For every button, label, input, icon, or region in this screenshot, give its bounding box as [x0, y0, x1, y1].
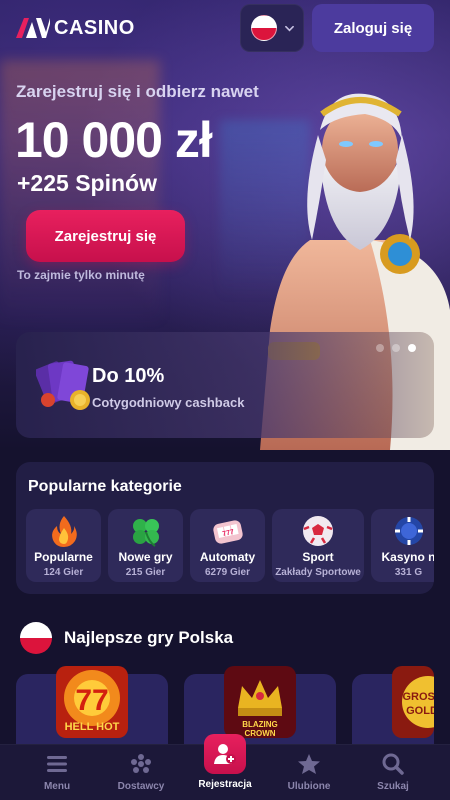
- game-thumbnail-hell-hot[interactable]: 77 HELL HOT: [56, 666, 128, 738]
- blazing-crown-thumbnail-art: BLAZING CROWN: [224, 666, 296, 738]
- star-icon: [298, 754, 320, 774]
- categories-title: Popularne kategorie: [28, 478, 182, 495]
- logo-text: CASINO: [54, 16, 135, 39]
- category-label: Sport: [302, 550, 334, 564]
- category-count: 331 G: [394, 567, 423, 578]
- svg-text:CROWN: CROWN: [244, 729, 275, 738]
- promo-kicker: Zarejestruj się i odbierz nawet: [16, 82, 259, 101]
- cashback-card[interactable]: Do 10% Cotygodniowy cashback: [16, 332, 434, 438]
- search-icon: [382, 753, 404, 775]
- grosz-gold-thumbnail-art: GROSZ GOLD: [392, 666, 434, 738]
- nav-item-providers[interactable]: Dostawcy: [101, 753, 181, 792]
- popular-categories: Popularne kategorie Popularne 124 Gier N…: [16, 462, 434, 594]
- clover-icon: [132, 519, 159, 547]
- categories-row: Popularne 124 Gier Nowe gry 215 Gier 777: [26, 509, 434, 582]
- promo-spins: +225 Spinów: [17, 170, 157, 196]
- nav-label: Ulubione: [287, 781, 331, 792]
- category-popular[interactable]: Popularne 124 Gier: [26, 509, 101, 582]
- chevron-down-icon: [284, 25, 294, 31]
- carousel-dots: [376, 344, 416, 352]
- cashback-cards-icon: [36, 360, 90, 410]
- register-button[interactable]: Zarejestruj się: [26, 210, 185, 262]
- nav-item-favorites[interactable]: Ulubione: [269, 753, 349, 792]
- providers-icon: [131, 754, 151, 773]
- category-label: Automaty: [199, 550, 256, 564]
- language-selector[interactable]: [240, 4, 304, 52]
- game-thumbnail-grosz-gold[interactable]: GROSZ GOLD: [392, 666, 434, 738]
- logo-mark-icon: [16, 18, 50, 38]
- svg-text:77: 77: [75, 684, 108, 717]
- nav-item-register[interactable]: [204, 734, 246, 774]
- category-count: 124 Gier: [43, 567, 84, 578]
- nav-label-register: Rejestracja: [198, 779, 252, 790]
- category-count: 6279 Gier: [204, 567, 251, 578]
- category-new-games[interactable]: Nowe gry 215 Gier: [108, 509, 183, 582]
- promo-note: To zajmie tylko minutę: [17, 268, 145, 282]
- slot-machine-icon: 777: [212, 520, 243, 544]
- top-bar: CASINO Zaloguj się: [0, 0, 450, 56]
- category-label: Popularne: [34, 550, 93, 564]
- promo-amount: 10 000 zł: [15, 112, 213, 168]
- casino-chip-icon: [394, 517, 423, 545]
- cashback-title: Do 10%: [92, 365, 165, 387]
- category-slots[interactable]: 777 Automaty 6279 Gier: [190, 509, 265, 582]
- category-sport[interactable]: Sport Zakłady Sportowe: [272, 509, 364, 582]
- game-thumbnail-blazing-crown[interactable]: BLAZING CROWN: [224, 666, 296, 738]
- best-games-header: Najlepsze gry Polska: [20, 622, 233, 654]
- add-user-icon: [214, 744, 236, 764]
- hell-hot-thumbnail-art: 77 HELL HOT: [56, 666, 128, 738]
- menu-icon: [47, 756, 67, 772]
- carousel-dot[interactable]: [376, 344, 384, 352]
- category-label: Kasyno n: [381, 550, 434, 564]
- category-live-casino[interactable]: Kasyno n 331 G: [371, 509, 434, 582]
- login-button[interactable]: Zaloguj się: [312, 4, 434, 52]
- svg-text:HELL HOT: HELL HOT: [65, 721, 120, 733]
- category-count: Zakłady Sportowe: [275, 567, 361, 578]
- svg-text:BLAZING: BLAZING: [242, 720, 278, 729]
- flame-icon: [51, 516, 77, 547]
- cashback-subtitle: Cotygodniowy cashback: [92, 395, 245, 410]
- category-count: 215 Gier: [125, 567, 166, 578]
- nav-label: Dostawcy: [117, 781, 165, 792]
- poland-flag-icon: [20, 622, 52, 654]
- nav-label: Szukaj: [377, 781, 409, 792]
- soccer-ball-icon: [303, 516, 333, 546]
- svg-text:GROSZ: GROSZ: [402, 691, 434, 703]
- nav-item-menu[interactable]: Menu: [17, 753, 97, 792]
- nav-item-search[interactable]: Szukaj: [353, 753, 433, 792]
- carousel-dot[interactable]: [392, 344, 400, 352]
- poland-flag-icon: [250, 15, 277, 41]
- casino-logo[interactable]: CASINO: [16, 17, 135, 39]
- category-label: Nowe gry: [118, 550, 173, 564]
- nav-label: Menu: [43, 781, 71, 792]
- svg-text:GOLD: GOLD: [406, 705, 434, 717]
- best-games-title: Najlepsze gry Polska: [64, 628, 234, 647]
- carousel-dot-active[interactable]: [408, 344, 416, 352]
